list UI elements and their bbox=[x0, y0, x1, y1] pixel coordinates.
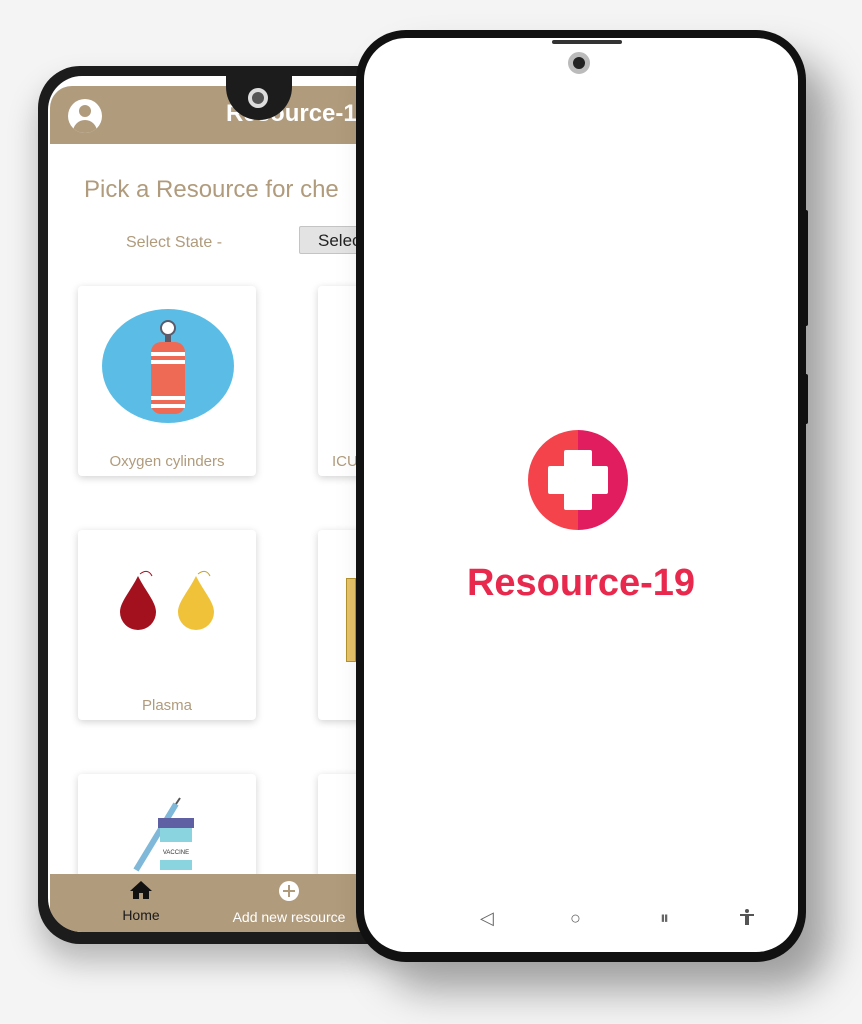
nav-home[interactable]: Home bbox=[106, 880, 176, 923]
add-circle-icon bbox=[279, 881, 299, 901]
nav-home-label: Home bbox=[122, 907, 160, 923]
accessibility-icon[interactable] bbox=[738, 908, 756, 931]
power-button bbox=[802, 210, 808, 326]
nav-add-label: Add new resource bbox=[232, 909, 346, 925]
vaccine-icon: VACCINE bbox=[133, 797, 194, 872]
medical-cross-logo-icon bbox=[528, 430, 628, 530]
camera-icon bbox=[248, 88, 268, 108]
card-label: ICU bbox=[332, 453, 358, 470]
home-nav-icon[interactable]: ○ bbox=[570, 908, 581, 929]
card-oxygen-cylinders[interactable]: Oxygen cylinders bbox=[78, 286, 256, 476]
app-header: Resource-19 bbox=[50, 86, 400, 144]
card-label: Plasma bbox=[141, 697, 193, 714]
profile-avatar-icon[interactable] bbox=[68, 99, 102, 133]
front-phone: Resource-19 ◁ ○ ⏸ bbox=[356, 30, 808, 962]
card-plasma[interactable]: Plasma bbox=[78, 530, 256, 720]
splash-screen: Resource-19 ◁ ○ ⏸ bbox=[364, 38, 798, 952]
front-camera-icon bbox=[568, 52, 590, 74]
speaker bbox=[552, 40, 622, 44]
partial-item-icon bbox=[346, 578, 356, 662]
bottom-nav: Home Add new resource bbox=[50, 874, 400, 932]
vaccine-label-text: VACCINE bbox=[163, 850, 189, 856]
back-phone: Resource-19 Pick a Resource for che Sele… bbox=[38, 66, 410, 944]
plasma-drops-icon bbox=[120, 570, 214, 630]
brand-title: Resource-19 bbox=[466, 562, 696, 604]
nav-add-resource[interactable]: Add new resource bbox=[224, 880, 354, 925]
select-state-label: Select State - bbox=[126, 234, 223, 251]
recents-nav-icon[interactable]: ⏸ bbox=[660, 908, 669, 929]
volume-button bbox=[802, 374, 808, 424]
back-nav-icon[interactable]: ◁ bbox=[480, 908, 494, 929]
back-screen: Resource-19 Pick a Resource for che Sele… bbox=[48, 76, 400, 932]
oxygen-cylinder-icon bbox=[102, 309, 234, 423]
pick-resource-heading: Pick a Resource for che bbox=[84, 176, 339, 203]
home-icon bbox=[130, 881, 152, 899]
card-label: Oxygen cylinders bbox=[109, 453, 225, 470]
